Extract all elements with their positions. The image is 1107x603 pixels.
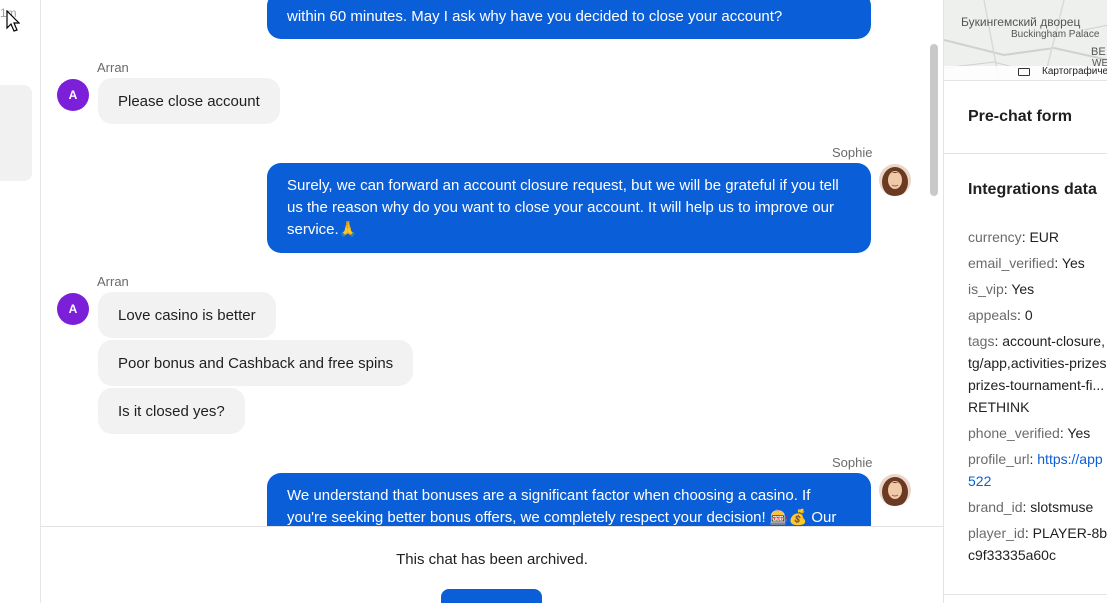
field-appeals: appeals: 0 (968, 307, 1033, 323)
customer-name: Arran (97, 60, 129, 75)
integrations-data-title[interactable]: Integrations data (968, 181, 1097, 199)
profile-url-link[interactable]: 522 (968, 473, 991, 489)
customer-message-text: Please close account (118, 92, 260, 110)
field-profile-url: profile_url: https://app 522 (968, 451, 1103, 489)
location-map[interactable]: Букингемский дворец Buckingham Palace BE… (944, 0, 1107, 80)
field-phone-verified: phone_verified: Yes (968, 425, 1091, 441)
field-email-verified: email_verified: Yes (968, 255, 1085, 271)
agent-photo-icon (879, 164, 911, 196)
divider (944, 80, 1107, 81)
divider (944, 594, 1107, 595)
map-label-district: BE (1091, 46, 1106, 58)
customer-avatar: A (57, 79, 89, 111)
agent-name: Sophie (832, 455, 873, 470)
customer-avatar: A (57, 293, 89, 325)
left-navigation-strip: 1m (0, 0, 41, 603)
customer-message-text: Love casino is better (118, 306, 256, 324)
field-player-id: player_id: PLAYER-8b c9f33335a60c (968, 525, 1107, 563)
conversation-list-card[interactable] (0, 85, 32, 181)
field-tags: tags: account-closure, tg/app,activities… (968, 333, 1107, 415)
customer-message-bubble: Please close account (98, 78, 280, 124)
map-label-primary: Букингемский дворец (961, 15, 1081, 29)
keyboard-icon[interactable] (1018, 68, 1030, 76)
chat-panel: within 60 minutes. May I ask why have yo… (41, 0, 943, 603)
divider (944, 153, 1107, 154)
customer-message-bubble: Is it closed yes? (98, 388, 245, 434)
agent-name: Sophie (832, 145, 873, 160)
cursor-icon (6, 10, 20, 32)
customer-message-text: Poor bonus and Cashback and free spins (118, 354, 394, 372)
field-is-vip: is_vip: Yes (968, 281, 1035, 297)
customer-message-text: Is it closed yes? (118, 402, 225, 420)
customer-message-bubble: Love casino is better (98, 292, 276, 338)
chat-scrollbar[interactable] (930, 44, 938, 196)
agent-message-text: We understand that bonuses are a signifi… (287, 487, 837, 526)
details-panel: Букингемский дворец Buckingham Palace BE… (943, 0, 1107, 603)
copy-chat-button[interactable]: Copy chat (441, 589, 542, 603)
agent-avatar (879, 474, 911, 506)
field-brand-id: brand_id: slotsmuse (968, 499, 1094, 515)
archived-notice: This chat has been archived. (396, 551, 588, 568)
prechat-form-title[interactable]: Pre-chat form (968, 108, 1072, 126)
field-currency: currency: EUR (968, 229, 1060, 245)
archived-footer: This chat has been archived. Copy chat (41, 526, 943, 603)
agent-photo-icon (879, 474, 911, 506)
agent-message-bubble: within 60 minutes. May I ask why have yo… (267, 0, 871, 39)
agent-message-bubble: Surely, we can forward an account closur… (267, 163, 871, 253)
agent-message-text: within 60 minutes. May I ask why have yo… (287, 8, 783, 25)
customer-name: Arran (97, 274, 129, 289)
agent-message-text: Surely, we can forward an account closur… (287, 177, 839, 238)
customer-message-bubble: Poor bonus and Cashback and free spins (98, 340, 414, 386)
map-label-secondary: Buckingham Palace (1011, 29, 1100, 40)
agent-avatar (879, 164, 911, 196)
profile-url-link[interactable]: https://app (1037, 451, 1102, 467)
